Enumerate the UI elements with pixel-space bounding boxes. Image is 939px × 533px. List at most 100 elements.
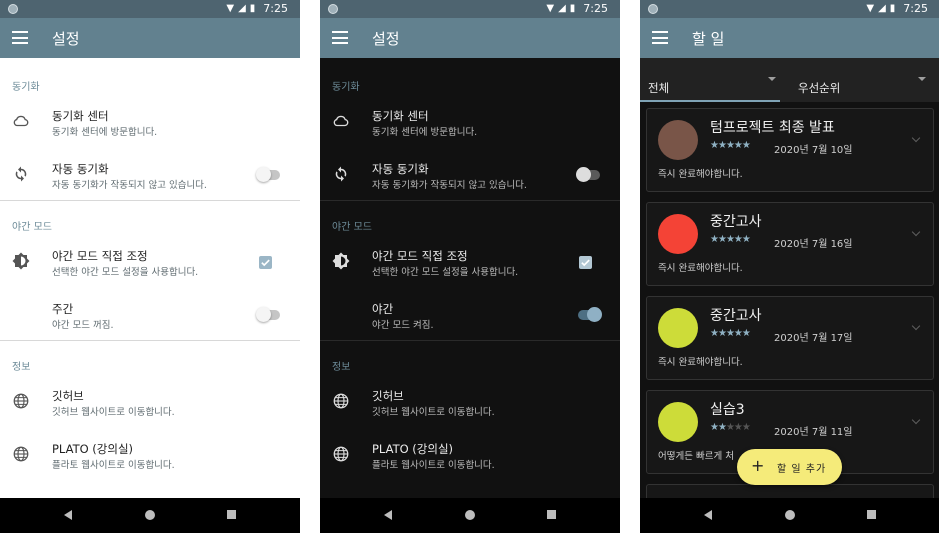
battery-icon: ▮ [569,3,576,14]
settings-dark-screen: ▼ ◢ ▮ 7:25 설정 동기화 동기화 센터 동기화 센터에 방문합니다. 자동 … [320,0,620,533]
filter-all-dropdown[interactable]: 전체 [640,58,788,102]
status-bar: ▼ ◢ ▮ 7:25 [320,0,620,18]
filter-priority-dropdown[interactable]: 우선순위 [790,58,938,102]
wifi-icon: ▼ [226,3,235,14]
app-bar: 설정 [320,18,620,58]
settings-item-title: 깃허브 [52,389,84,403]
chevron-down-icon[interactable] [911,133,921,143]
checkbox[interactable] [259,256,272,269]
chevron-down-icon[interactable] [911,227,921,237]
menu-icon[interactable] [652,31,668,44]
chevron-down-icon[interactable] [911,415,921,425]
navigation-bar [640,498,939,533]
dropdown-arrow-icon [918,77,926,81]
settings-light-screen: ▼ ◢ ▮ 7:25 설정 동기화 동기화 센터 동기화 센터에 방문합니다. 자동 … [0,0,300,533]
settings-item[interactable]: 자동 동기화 자동 동기화가 작동되지 않고 있습니다. [0,153,300,197]
notification-dot-icon [328,4,338,14]
settings-item-title: 자동 동기화 [372,162,429,176]
globe-icon [12,445,30,463]
home-icon[interactable] [145,510,155,520]
cloud-icon [332,112,350,130]
settings-item-title: 야간 모드 직접 조정 [372,249,468,263]
toggle-switch[interactable] [256,307,280,322]
add-todo-button[interactable]: + 할 일 추가 [737,449,842,485]
settings-item[interactable]: 야간 모드 직접 조정선택한 야간 모드 설정을 사용합니다. [320,240,620,284]
settings-item[interactable]: 깃허브깃허브 웹사이트로 이동합니다. [0,380,300,424]
wifi-icon: ▼ [546,3,555,14]
settings-item-title: PLATO (강의실) [52,442,134,456]
settings-item[interactable]: 야간 모드 직접 조정 선택한 야간 모드 설정을 사용합니다. [0,240,300,284]
battery-icon: ▮ [889,3,896,14]
checkbox[interactable] [579,256,592,269]
settings-item[interactable]: PLATO (강의실) 플라토 웹사이트로 이동합니다. [0,433,300,477]
todo-date: 2020년 7월 17일 [774,333,853,344]
star-icon: ★ [717,140,727,151]
priority-stars: ★★★★★ [710,328,751,339]
settings-item[interactable]: 깃허브 깃허브 웹사이트로 이동합니다. [320,380,620,424]
section-divider [320,340,620,341]
settings-item-title: 깃허브 [372,389,404,403]
settings-item-subtitle: 선택한 야간 모드 설정을 사용합니다. [372,267,519,278]
page-title: 할 일 [692,30,725,48]
status-bar: ▼ ◢ ▮ 7:25 [640,0,939,18]
settings-list: 동기화 동기화 센터 동기화 센터에 방문합니다. 자동 동기화 자동 동기화가 작동되… [320,58,620,498]
settings-item[interactable]: PLATO (강의실) 플라토 웹사이트로 이동합니다. [320,433,620,477]
battery-icon: ▮ [249,3,256,14]
plus-icon: + [751,456,765,475]
recent-apps-icon[interactable] [867,510,876,519]
back-icon[interactable] [64,510,72,520]
settings-item-title: 야간 [372,302,394,316]
section-header: 정보 [12,362,31,373]
back-icon[interactable] [704,510,712,520]
priority-stars: ★★★★★ [710,422,751,433]
cloud-icon [12,112,30,130]
toggle-switch[interactable] [256,167,280,182]
settings-item[interactable]: 동기화 센터 동기화 센터에 방문합니다. [0,100,300,144]
recent-apps-icon[interactable] [227,510,236,519]
app-bar: 할 일 [640,18,939,58]
todo-card[interactable]: 텀프로젝트 최종 발표 ★★★★★ 2020년 7월 10일 즉시 완료해야합니다. [646,108,934,192]
section-header: 동기화 [12,82,40,93]
menu-icon[interactable] [332,31,348,44]
todo-card[interactable]: 중간고사 ★★★★★ 2020년 7월 16일 즉시 완료해야합니다. [646,202,934,286]
back-icon[interactable] [384,510,392,520]
todo-date: 2020년 7월 11일 [774,427,853,438]
star-icon: ★ [710,140,719,151]
settings-item-subtitle: 깃허브 웹사이트로 이동합니다. [52,407,175,418]
signal-icon: ◢ [878,3,886,14]
settings-item-title: 자동 동기화 [52,162,109,176]
category-color-dot [658,120,698,160]
navigation-bar [320,498,620,533]
star-icon: ★ [741,328,751,339]
toggle-knob [587,307,602,322]
brightness-icon [12,252,30,270]
settings-item[interactable]: 야간 야간 모드 켜짐. [320,293,620,337]
settings-item-subtitle: 선택한 야간 모드 설정을 사용합니다. [52,267,199,278]
todo-description: 어떻게든 빠르게 처 [658,451,734,462]
category-color-dot [658,402,698,442]
menu-icon[interactable] [12,31,28,44]
filter-label: 전체 [648,81,670,95]
section-divider [0,200,300,201]
todo-card[interactable]: 중간고사 ★★★★★ 2020년 7월 17일 즉시 완료해야합니다. [646,296,934,380]
settings-item[interactable]: 주간 야간 모드 꺼짐. [0,293,300,337]
home-icon[interactable] [785,510,795,520]
filter-bar: 전체 우선순위 [640,58,939,102]
wifi-icon: ▼ [866,3,875,14]
toggle-knob [576,167,591,182]
home-icon[interactable] [465,510,475,520]
settings-item[interactable]: 자동 동기화 자동 동기화가 작동되지 않고 있습니다. [320,153,620,197]
section-header: 야간 모드 [12,222,52,233]
recent-apps-icon[interactable] [547,510,556,519]
chevron-down-icon[interactable] [911,321,921,331]
toggle-switch[interactable] [578,307,602,322]
toggle-switch[interactable] [576,167,600,182]
category-color-dot [658,308,698,348]
globe-icon [332,445,350,463]
star-icon: ★ [717,234,727,245]
app-bar: 설정 [0,18,300,58]
signal-icon: ◢ [558,3,566,14]
settings-item[interactable]: 동기화 센터 동기화 센터에 방문합니다. [320,100,620,144]
section-header: 야간 모드 [332,222,372,233]
star-icon: ★ [733,140,743,151]
